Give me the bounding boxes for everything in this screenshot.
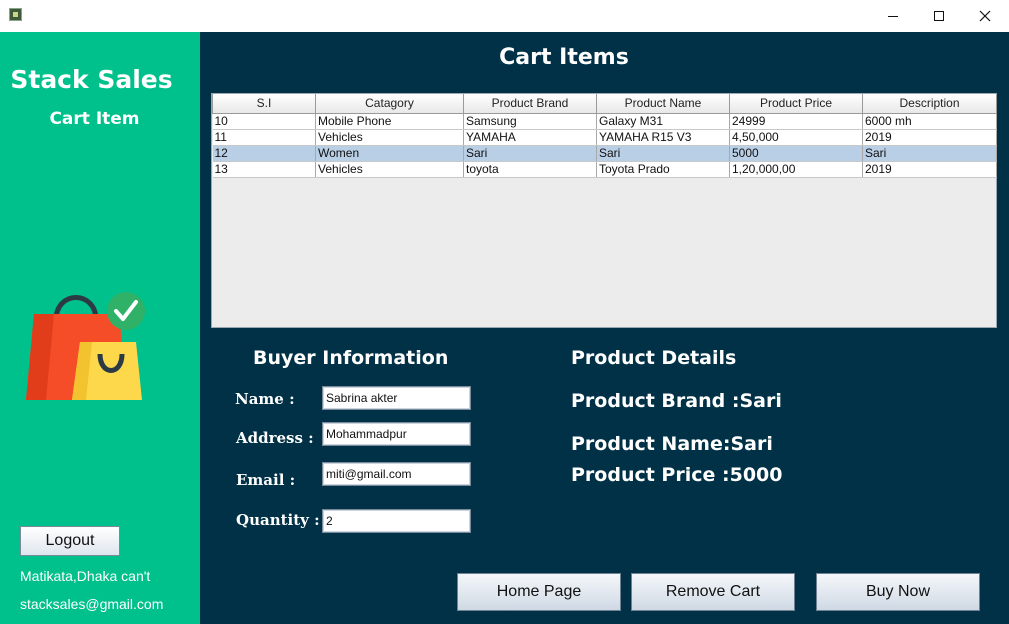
quantity-label: Quantity :: [236, 511, 320, 529]
table-cell: 12: [212, 145, 316, 162]
column-header[interactable]: Catagory: [315, 94, 464, 114]
company-email: stacksales@gmail.com: [20, 596, 164, 612]
table-cell: YAMAHA: [463, 129, 597, 146]
table-cell: 24999: [729, 113, 863, 130]
cart-table[interactable]: S.I Catagory Product Brand Product Name …: [211, 93, 997, 328]
column-header[interactable]: S.I: [212, 94, 316, 114]
address-field[interactable]: [322, 422, 471, 446]
table-cell: Galaxy M31: [596, 113, 730, 130]
page-title: Cart Items: [499, 45, 629, 70]
table-cell: 10: [212, 113, 316, 130]
table-row-selected[interactable]: 12 Women Sari Sari 5000 Sari: [212, 145, 997, 162]
table-row[interactable]: 13 Vehicles toyota Toyota Prado 1,20,000…: [212, 161, 997, 178]
app-icon: [9, 8, 22, 21]
title-bar: [0, 0, 1009, 32]
buy-now-button[interactable]: Buy Now: [816, 573, 980, 611]
main-panel: Cart Items S.I Catagory Product Brand Pr…: [200, 32, 1009, 624]
table-cell: 1,20,000,00: [729, 161, 863, 178]
email-label: Email :: [236, 471, 296, 489]
table-cell: 11: [212, 129, 316, 146]
table-cell: Toyota Prado: [596, 161, 730, 178]
table-cell: 2019: [862, 129, 997, 146]
maximize-icon: [934, 11, 944, 21]
table-cell: Sari: [463, 145, 597, 162]
table-cell: 4,50,000: [729, 129, 863, 146]
product-name-text: Product Name:Sari: [571, 433, 773, 455]
table-cell: 5000: [729, 145, 863, 162]
table-cell: Vehicles: [315, 129, 464, 146]
product-brand-text: Product Brand :Sari: [571, 390, 782, 412]
close-button[interactable]: [962, 0, 1008, 32]
product-price-text: Product Price :5000: [571, 464, 783, 486]
page-subtitle: Cart Item: [49, 109, 140, 129]
minimize-icon: [888, 15, 898, 17]
column-header[interactable]: Product Price: [729, 94, 863, 114]
table-header-row: S.I Catagory Product Brand Product Name …: [212, 94, 997, 114]
name-field[interactable]: [322, 386, 471, 410]
sidebar: Stack Sales Cart Item Logout Matikata,Dh…: [0, 32, 200, 624]
brand-title: Stack Sales: [10, 65, 173, 94]
table-cell: Women: [315, 145, 464, 162]
quantity-field[interactable]: [322, 509, 471, 533]
table-cell: YAMAHA R15 V3: [596, 129, 730, 146]
table-cell: Sari: [862, 145, 997, 162]
table-cell: Sari: [596, 145, 730, 162]
logout-button[interactable]: Logout: [20, 526, 120, 556]
table-cell: 2019: [862, 161, 997, 178]
minimize-button[interactable]: [870, 0, 916, 32]
maximize-button[interactable]: [916, 0, 962, 32]
name-label: Name :: [235, 390, 295, 408]
table-cell: 13: [212, 161, 316, 178]
shopping-bags-icon: [24, 282, 149, 402]
email-field[interactable]: [322, 462, 471, 486]
remove-cart-button[interactable]: Remove Cart: [631, 573, 795, 611]
table-cell: 6000 mh: [862, 113, 997, 130]
table-row[interactable]: 10 Mobile Phone Samsung Galaxy M31 24999…: [212, 113, 997, 130]
table-cell: Mobile Phone: [315, 113, 464, 130]
buyer-info-heading: Buyer Information: [253, 347, 449, 369]
table-row[interactable]: 11 Vehicles YAMAHA YAMAHA R15 V3 4,50,00…: [212, 129, 997, 146]
table-cell: Samsung: [463, 113, 597, 130]
column-header[interactable]: Product Name: [596, 94, 730, 114]
company-address: Matikata,Dhaka can't: [20, 568, 151, 584]
product-details-heading: Product Details: [571, 347, 737, 369]
close-icon: [979, 10, 991, 22]
column-header[interactable]: Description: [862, 94, 997, 114]
table-cell: toyota: [463, 161, 597, 178]
column-header[interactable]: Product Brand: [463, 94, 597, 114]
home-page-button[interactable]: Home Page: [457, 573, 621, 611]
address-label: Address :: [236, 429, 314, 447]
table-cell: Vehicles: [315, 161, 464, 178]
